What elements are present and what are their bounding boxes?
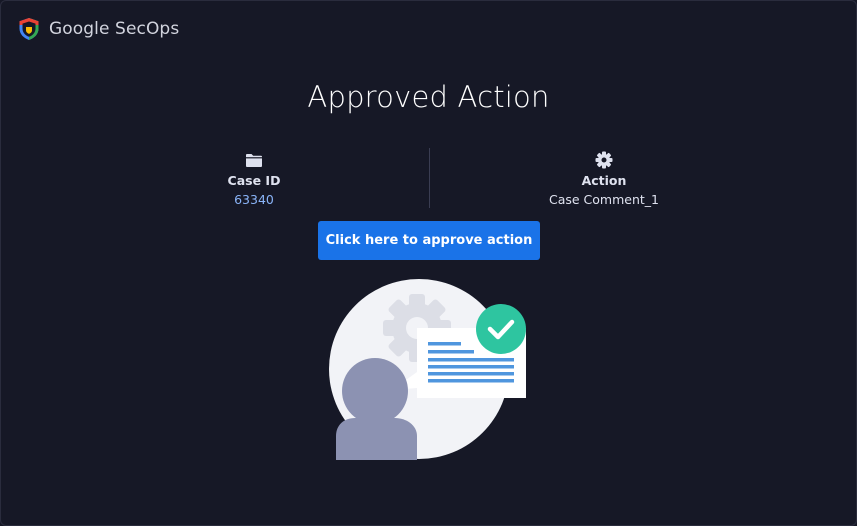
case-id-value[interactable]: 63340 bbox=[154, 192, 354, 207]
case-id-label: Case ID bbox=[227, 173, 281, 188]
secops-shield-icon bbox=[18, 17, 40, 41]
brand-header: Google SecOps bbox=[18, 17, 179, 41]
approve-action-button[interactable]: Click here to approve action bbox=[318, 221, 540, 260]
app-window: Google SecOps Approved Action Case ID 63… bbox=[0, 0, 857, 526]
action-value: Case Comment_1 bbox=[548, 192, 659, 207]
gear-icon bbox=[504, 151, 704, 169]
info-divider bbox=[429, 148, 430, 208]
action-info: Action Case Comment_1 bbox=[504, 151, 704, 207]
page-title: Approved Action bbox=[307, 80, 550, 114]
case-info: Case ID 63340 bbox=[154, 151, 354, 207]
approved-user-illustration bbox=[326, 276, 536, 466]
brand-name: Google SecOps bbox=[49, 19, 180, 39]
folder-icon bbox=[154, 151, 354, 169]
action-label: Action bbox=[581, 173, 627, 188]
